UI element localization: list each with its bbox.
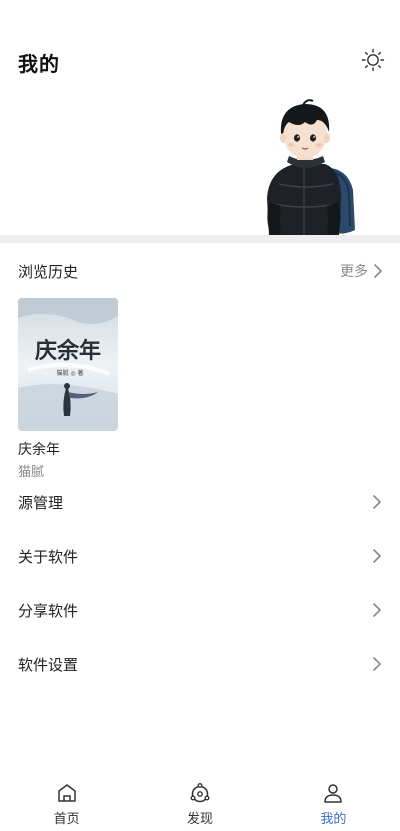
chevron-right-icon [373, 495, 381, 509]
history-title: 浏览历史 [18, 263, 79, 281]
profile-header: 我的 [0, 0, 400, 235]
book-cover: 庆余年 猫腻 ◎ 著 [18, 298, 118, 431]
discover-icon [190, 783, 210, 803]
page-title: 我的 [18, 52, 60, 76]
cover-title: 庆余年 [35, 338, 101, 364]
menu-item-label: 源管理 [18, 493, 64, 512]
book-cover-art: 庆余年 猫腻 ◎ 著 [18, 298, 118, 431]
menu-item-settings[interactable]: 软件设置 [0, 637, 400, 691]
section-divider [0, 235, 400, 243]
menu-item-about[interactable]: 关于软件 [0, 529, 400, 583]
history-header: 浏览历史 更多 [0, 255, 400, 287]
bottom-tab-bar: 首页 发现 我的 [0, 775, 400, 831]
tab-label: 首页 [53, 812, 80, 827]
tab-discover[interactable]: 发现 [133, 775, 266, 831]
more-button[interactable]: 更多 [340, 260, 382, 282]
chevron-right-icon [374, 264, 382, 278]
menu-item-label: 软件设置 [18, 655, 79, 674]
chevron-right-icon [373, 549, 381, 563]
sun-icon [361, 48, 385, 72]
book-name: 庆余年 [18, 442, 60, 458]
theme-toggle-button[interactable] [360, 47, 386, 73]
home-icon [57, 784, 76, 802]
cover-byline: 猫腻 ◎ 著 [56, 369, 83, 377]
tab-mine[interactable]: 我的 [267, 775, 400, 831]
chevron-right-icon [373, 603, 381, 617]
tab-label: 我的 [320, 812, 347, 827]
menu-item-source-management[interactable]: 源管理 [0, 475, 400, 529]
more-label: 更多 [340, 264, 368, 280]
browse-history-section: 浏览历史 更多 庆余年 猫腻 ◎ 著 庆余年 猫腻 [0, 243, 400, 480]
menu-item-label: 关于软件 [18, 547, 79, 566]
menu-item-share[interactable]: 分享软件 [0, 583, 400, 637]
mascot-illustration [267, 99, 355, 235]
tab-home[interactable]: 首页 [0, 775, 133, 831]
user-icon [324, 784, 343, 803]
menu-item-label: 分享软件 [18, 601, 79, 620]
settings-menu: 源管理 关于软件 分享软件 软件设置 [0, 475, 400, 691]
chevron-right-icon [373, 657, 381, 671]
history-book-card[interactable]: 庆余年 猫腻 ◎ 著 庆余年 猫腻 [18, 298, 118, 480]
tab-label: 发现 [186, 812, 213, 827]
